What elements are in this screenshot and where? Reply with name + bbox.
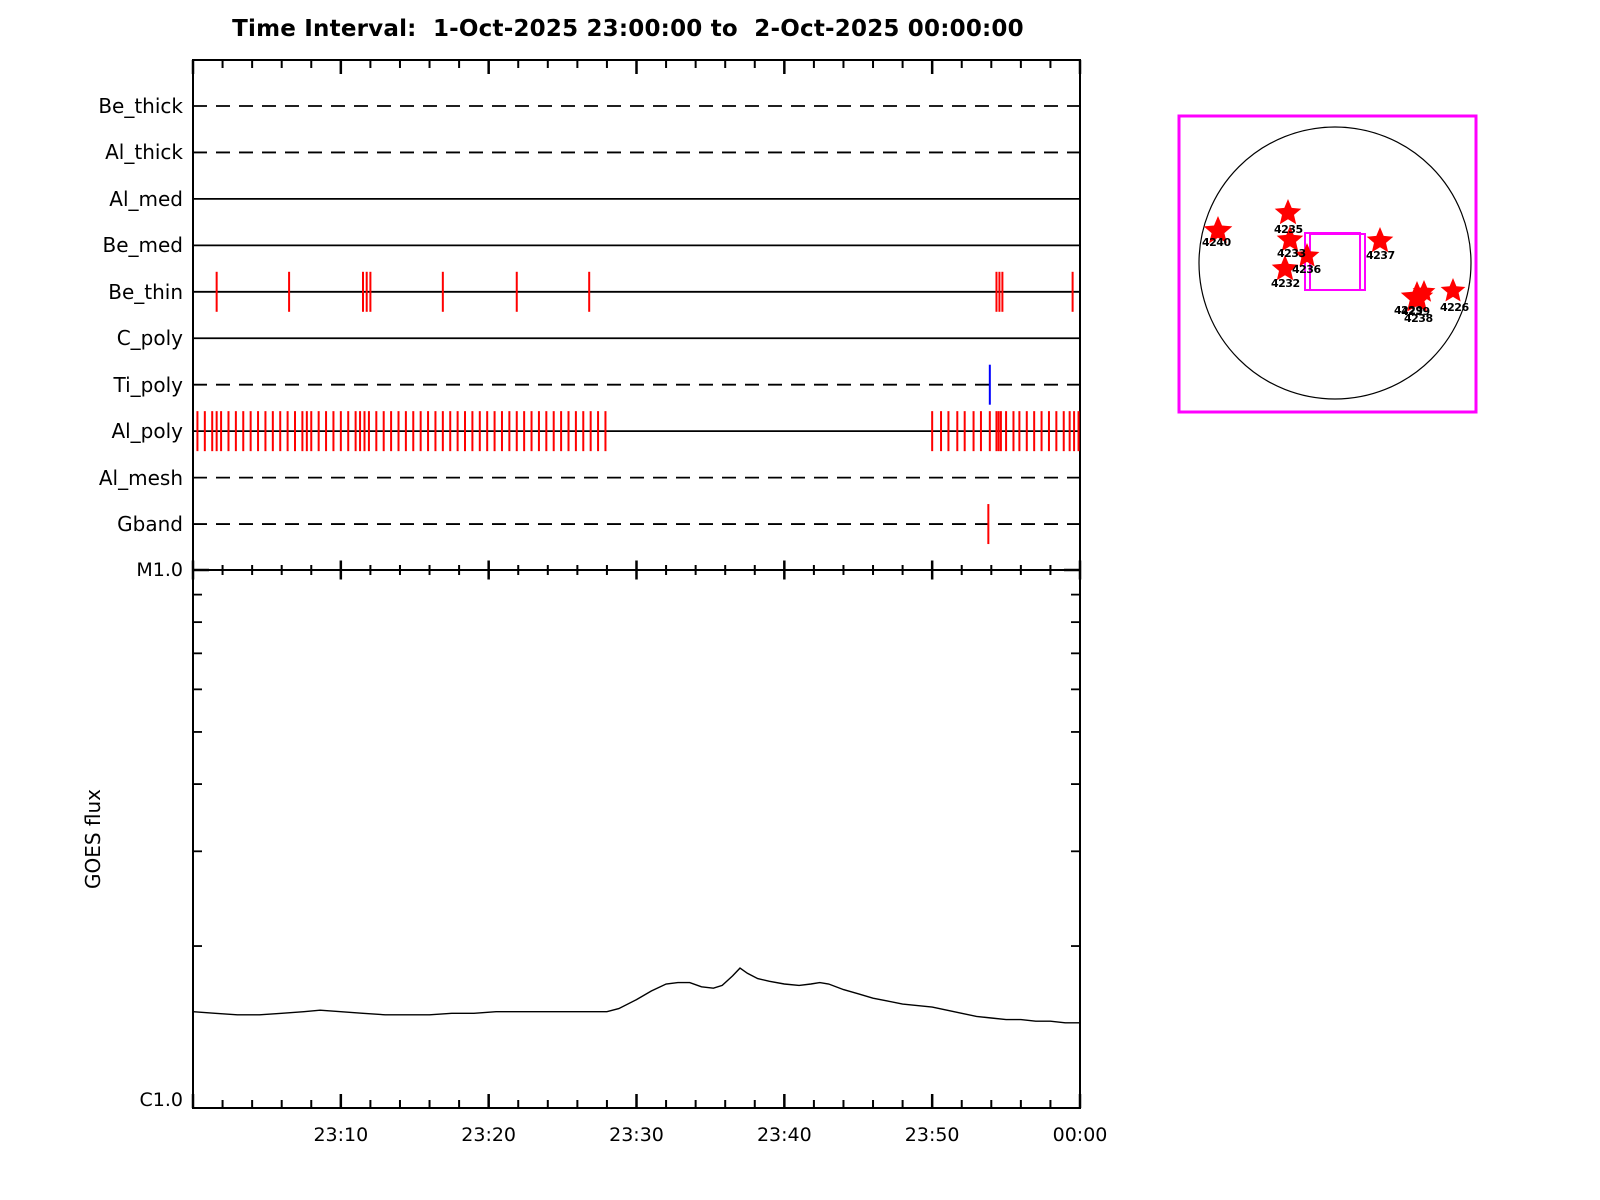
active-region-label-4238: 4238 [1404, 312, 1433, 325]
xrt-fov-box [1309, 233, 1366, 291]
x-tick-label: 00:00 [1052, 1124, 1108, 1146]
active-region-label-4235: 4235 [1274, 223, 1303, 236]
disk-panel-border [1177, 114, 1478, 414]
active-region-label-4233: 4233 [1277, 247, 1306, 260]
plot-canvas [191, 59, 1478, 1109]
channel-label-Ti_poly: Ti_poly [113, 372, 183, 397]
channel-label-Be_med: Be_med [102, 233, 183, 258]
active-region-label-4232: 4232 [1271, 277, 1300, 290]
active-region-label-4240: 4240 [1202, 236, 1231, 249]
goes-flux-panel [192, 569, 1081, 1109]
x-tick-label: 23:10 [313, 1124, 369, 1146]
channel-label-Al_mesh: Al_mesh [98, 465, 183, 490]
y-axis-bottom-label: C1.0 [139, 1089, 183, 1111]
channel-label-Al_med: Al_med [109, 186, 183, 211]
active-region-star-4235 [1274, 199, 1302, 225]
channel-label-Gband: Gband [117, 512, 183, 537]
channel-label-Al_poly: Al_poly [111, 419, 183, 444]
x-tick-label: 23:30 [609, 1124, 664, 1146]
y-axis-top-label: M1.0 [136, 559, 183, 581]
goes-flux-axis-label: GOES flux [81, 788, 105, 890]
x-tick-label: 23:20 [461, 1124, 517, 1146]
x-tick-label: 23:40 [756, 1124, 812, 1146]
active-region-label-4226: 4226 [1440, 301, 1469, 314]
goes-flux-curve [192, 967, 1080, 1024]
plot-root: Time Interval: 1-Oct-2025 23:00:00 to 2-… [0, 0, 1600, 1200]
filter-timeline-panel [192, 59, 1081, 571]
active-region-star-4226 [1440, 278, 1466, 302]
channel-label-C_poly: C_poly [116, 326, 183, 351]
active-region-label-4236: 4236 [1292, 263, 1321, 276]
channel-label-Be_thin: Be_thin [108, 279, 183, 304]
solar-limb-circle [1198, 126, 1472, 400]
x-tick-label: 23:50 [904, 1124, 960, 1146]
channel-label-Al_thick: Al_thick [105, 140, 183, 165]
active-region-label-4237: 4237 [1366, 249, 1395, 262]
channel-label-Be_thick: Be_thick [98, 94, 183, 118]
